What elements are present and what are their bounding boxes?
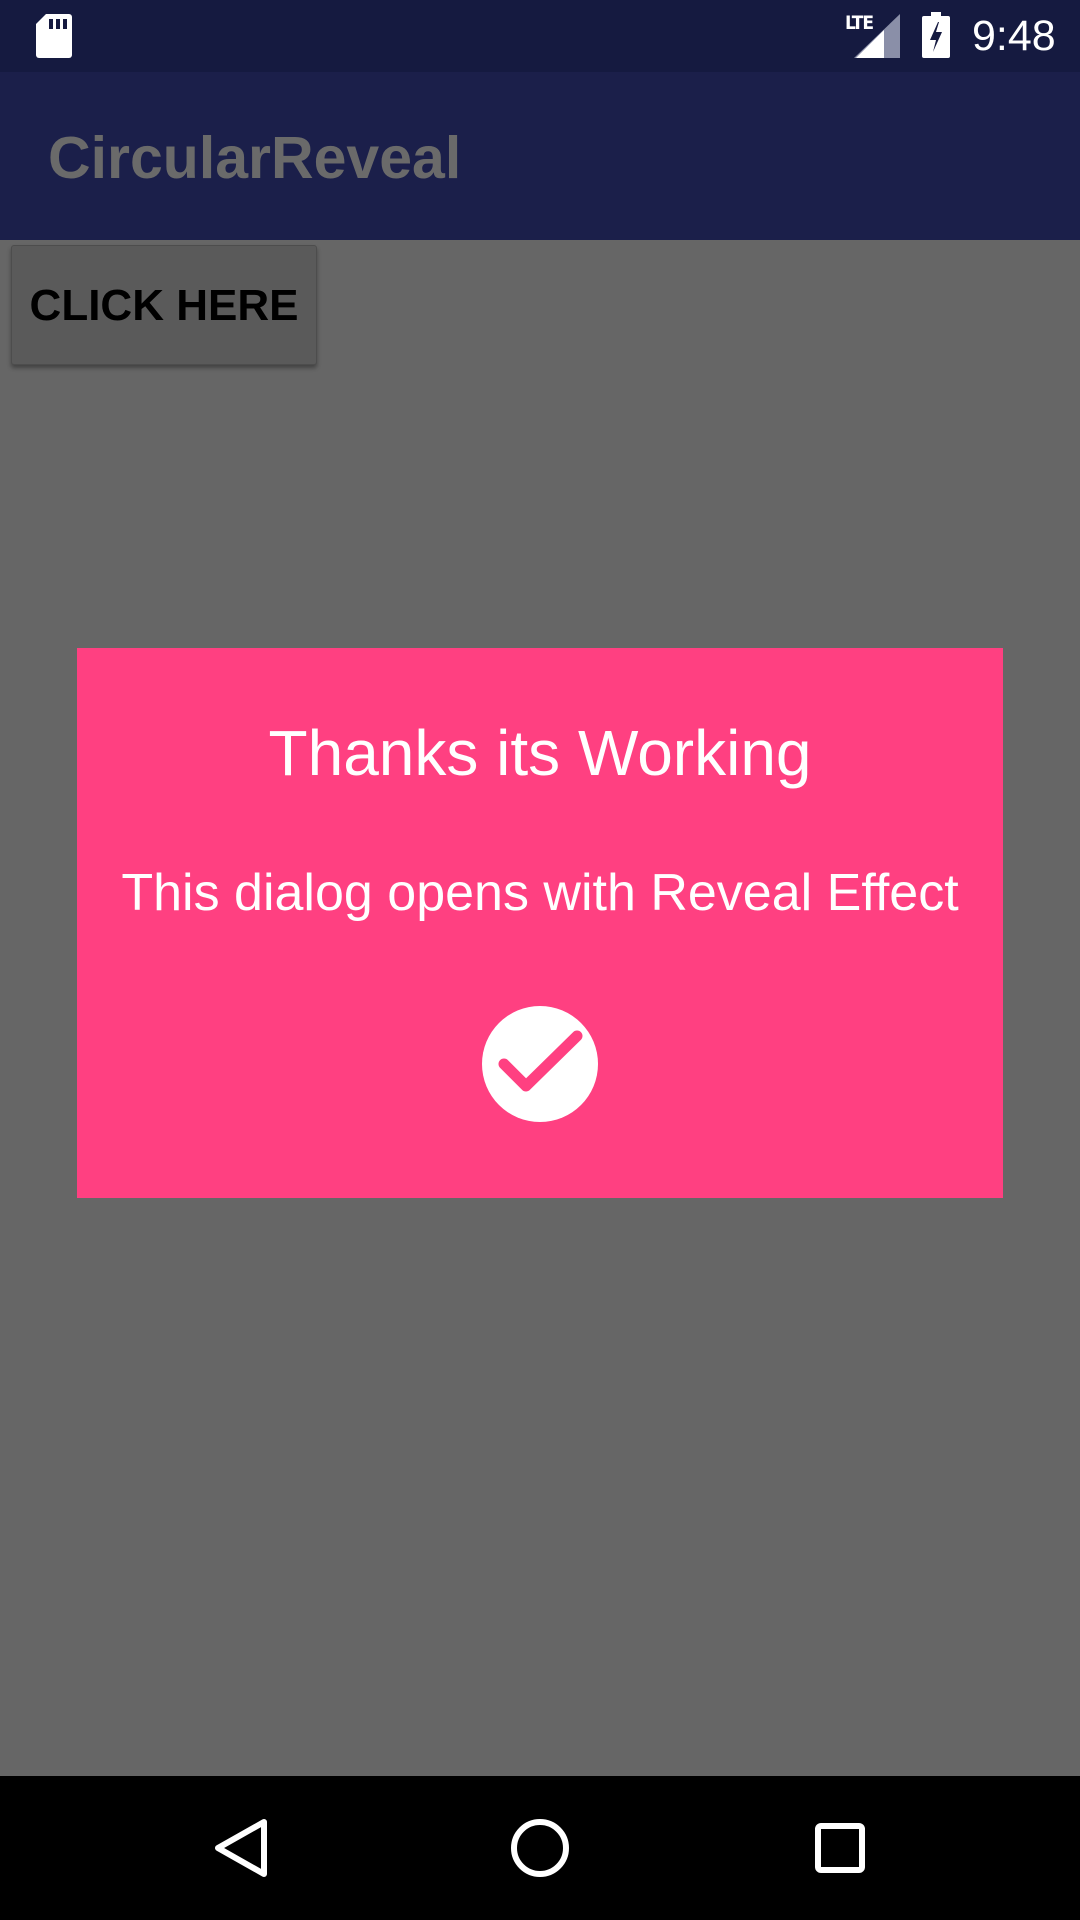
- check-circle-icon[interactable]: [482, 1006, 598, 1122]
- status-bar: LTE 9:48: [0, 0, 1080, 72]
- sd-card-icon: [36, 14, 72, 58]
- app-title: CircularReveal: [48, 125, 462, 191]
- dialog-title: Thanks its Working: [268, 717, 812, 789]
- dialog-message: This dialog opens with Reveal Effect: [121, 864, 959, 922]
- back-icon[interactable]: [200, 1806, 284, 1890]
- recents-icon[interactable]: [798, 1806, 882, 1890]
- reveal-dialog: Thanks its Working This dialog opens wit…: [77, 648, 1003, 1198]
- app-screen: LTE 9:48 CircularReveal CLICK HERE Thank…: [0, 0, 1080, 1920]
- status-clock: 9:48: [972, 12, 1056, 60]
- app-toolbar: CircularReveal: [0, 72, 1080, 240]
- click-here-button[interactable]: CLICK HERE: [11, 245, 317, 365]
- signal-icon: [854, 14, 900, 58]
- battery-charging-icon: [922, 12, 950, 58]
- navigation-bar: [0, 1776, 1080, 1920]
- home-icon[interactable]: [498, 1806, 582, 1890]
